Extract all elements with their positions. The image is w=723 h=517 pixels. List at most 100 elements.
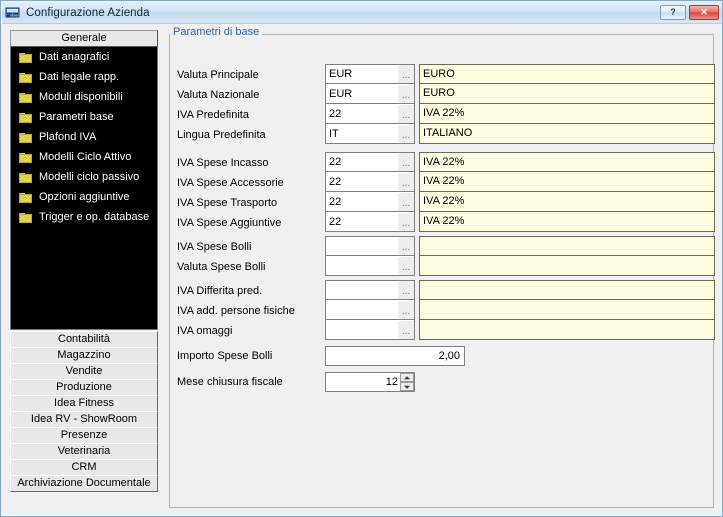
browse-button-iva-predefinita[interactable]: ... xyxy=(398,104,414,123)
title-bar-buttons: ? ✕ xyxy=(660,5,719,20)
sidebar-tree[interactable]: Dati anagrafici Dati legale rapp. Moduli… xyxy=(10,47,158,330)
folder-icon xyxy=(19,112,33,123)
label-valuta-principale: Valuta Principale xyxy=(177,69,259,81)
browse-button-iva-spese-incasso[interactable]: ... xyxy=(398,153,414,171)
label-iva-omaggi: IVA omaggi xyxy=(177,325,233,337)
browse-button-lingua-predefinita[interactable]: ... xyxy=(398,124,414,143)
sidebar-item-opzioni-aggiuntive[interactable]: Opzioni aggiuntive xyxy=(11,187,157,207)
company-config-icon xyxy=(5,5,21,21)
folder-icon xyxy=(19,212,33,223)
input-iva-add-persone-fisiche[interactable]: ... xyxy=(325,300,415,320)
value-iva-spese-incasso: 22 xyxy=(329,156,342,168)
desc-iva-spese-accessorie: IVA 22% xyxy=(419,172,715,192)
input-importo-spese-bolli[interactable]: 2,00 xyxy=(325,346,465,366)
desc-iva-spese-bolli xyxy=(419,236,715,256)
tab-veterinaria[interactable]: Veterinaria xyxy=(10,443,158,460)
tab-produzione[interactable]: Produzione xyxy=(10,379,158,396)
label-iva-predefinita: IVA Predefinita xyxy=(177,109,249,121)
tab-idea-fitness[interactable]: Idea Fitness xyxy=(10,395,158,412)
label-iva-spese-aggiuntive: IVA Spese Aggiuntive xyxy=(177,217,282,229)
tab-contabilita[interactable]: Contabilità xyxy=(10,331,158,348)
desc-iva-add-persone-fisiche xyxy=(419,300,715,320)
close-button[interactable]: ✕ xyxy=(689,5,719,20)
browse-button-iva-spese-aggiuntive[interactable]: ... xyxy=(398,212,414,231)
sidebar-item-parametri-base[interactable]: Parametri base xyxy=(11,107,157,127)
label-iva-spese-accessorie: IVA Spese Accessorie xyxy=(177,177,284,189)
browse-button-valuta-nazionale[interactable]: ... xyxy=(398,84,414,103)
spinner-up-icon[interactable] xyxy=(400,373,414,382)
tab-presenze[interactable]: Presenze xyxy=(10,427,158,444)
desc-iva-omaggi xyxy=(419,320,715,340)
sidebar-item-dati-anagrafici[interactable]: Dati anagrafici xyxy=(11,47,157,67)
sidebar-item-label: Moduli disponibili xyxy=(39,91,123,103)
desc-iva-differita-pred xyxy=(419,280,715,300)
tab-crm[interactable]: CRM xyxy=(10,459,158,476)
value-mese-chiusura-fiscale: 12 xyxy=(385,376,398,388)
folder-icon xyxy=(19,132,33,143)
sidebar-header: Generale xyxy=(10,30,158,47)
browse-button-iva-omaggi[interactable]: ... xyxy=(398,320,414,339)
value-iva-spese-aggiuntive: 22 xyxy=(329,215,342,228)
sidebar-item-plafond-iva[interactable]: Plafond IVA xyxy=(11,127,157,147)
value-valuta-principale: EUR xyxy=(329,68,353,80)
label-lingua-predefinita: Lingua Predefinita xyxy=(177,129,266,141)
folder-icon xyxy=(19,172,33,183)
groupbox-legend: Parametri di base xyxy=(170,26,263,38)
label-importo-spese-bolli: Importo Spese Bolli xyxy=(177,350,273,362)
browse-button-iva-spese-trasporto[interactable]: ... xyxy=(398,192,414,211)
value-valuta-nazionale: EUR xyxy=(329,87,353,100)
spinner-down-icon[interactable] xyxy=(400,382,414,391)
sidebar-item-label: Dati legale rapp. xyxy=(39,71,120,83)
label-mese-chiusura-fiscale: Mese chiusura fiscale xyxy=(177,376,283,388)
sidebar-item-label: Plafond IVA xyxy=(39,131,97,143)
sidebar-item-moduli-disponibili[interactable]: Moduli disponibili xyxy=(11,87,157,107)
desc-valuta-principale: EURO xyxy=(419,64,715,84)
browse-button-valuta-spese-bolli[interactable]: ... xyxy=(398,256,414,275)
label-valuta-spese-bolli: Valuta Spese Bolli xyxy=(177,261,266,273)
input-iva-differita-pred[interactable]: ... xyxy=(325,280,415,300)
folder-icon xyxy=(19,72,33,83)
sidebar-item-dati-legale-rapp[interactable]: Dati legale rapp. xyxy=(11,67,157,87)
input-valuta-spese-bolli[interactable]: ... xyxy=(325,256,415,276)
help-button[interactable]: ? xyxy=(660,5,686,20)
sidebar-item-label: Trigger e op. database xyxy=(39,211,150,223)
browse-button-iva-spese-bolli[interactable]: ... xyxy=(398,237,414,255)
input-valuta-nazionale[interactable]: EUR ... xyxy=(325,84,415,104)
input-lingua-predefinita[interactable]: IT ... xyxy=(325,124,415,144)
browse-button-iva-add-persone-fisiche[interactable]: ... xyxy=(398,300,414,319)
sidebar-item-label: Parametri base xyxy=(39,111,114,123)
input-valuta-principale[interactable]: EUR ... xyxy=(325,64,415,84)
tab-idea-rv-showroom[interactable]: Idea RV - ShowRoom xyxy=(10,411,158,428)
configuration-window: Configurazione Azienda ? ✕ Generale Dati… xyxy=(0,0,723,517)
tab-magazzino[interactable]: Magazzino xyxy=(10,347,158,364)
input-iva-predefinita[interactable]: 22 ... xyxy=(325,104,415,124)
input-iva-spese-incasso[interactable]: 22 ... xyxy=(325,152,415,172)
tab-vendite[interactable]: Vendite xyxy=(10,363,158,380)
folder-icon xyxy=(19,92,33,103)
sidebar-item-label: Modelli Ciclo Attivo xyxy=(39,151,132,163)
input-iva-omaggi[interactable]: ... xyxy=(325,320,415,340)
window-title: Configurazione Azienda xyxy=(26,6,150,19)
browse-button-valuta-principale[interactable]: ... xyxy=(398,65,414,83)
sidebar-item-modelli-ciclo-attivo[interactable]: Modelli Ciclo Attivo xyxy=(11,147,157,167)
browse-button-iva-spese-accessorie[interactable]: ... xyxy=(398,172,414,191)
input-iva-spese-trasporto[interactable]: 22 ... xyxy=(325,192,415,212)
label-iva-add-persone-fisiche: IVA add. persone fisiche xyxy=(177,305,295,317)
input-iva-spese-accessorie[interactable]: 22 ... xyxy=(325,172,415,192)
desc-iva-spese-aggiuntive: IVA 22% xyxy=(419,212,715,232)
label-valuta-nazionale: Valuta Nazionale xyxy=(177,89,260,101)
input-iva-spese-aggiuntive[interactable]: 22 ... xyxy=(325,212,415,232)
folder-icon xyxy=(19,52,33,63)
tab-archiviazione-documentale[interactable]: Archiviazione Documentale xyxy=(10,475,158,492)
spinner-mese-chiusura-fiscale[interactable]: 12 xyxy=(325,372,415,392)
browse-button-iva-differita-pred[interactable]: ... xyxy=(398,281,414,299)
desc-iva-spese-incasso: IVA 22% xyxy=(419,152,715,172)
sidebar-item-label: Dati anagrafici xyxy=(39,51,110,63)
value-iva-spese-accessorie: 22 xyxy=(329,175,342,188)
sidebar-item-trigger-e-op-database[interactable]: Trigger e op. database xyxy=(11,207,157,227)
sidebar-item-modelli-ciclo-passivo[interactable]: Modelli ciclo passivo xyxy=(11,167,157,187)
sidebar-item-label: Modelli ciclo passivo xyxy=(39,171,140,183)
desc-iva-spese-trasporto: IVA 22% xyxy=(419,192,715,212)
input-iva-spese-bolli[interactable]: ... xyxy=(325,236,415,256)
label-iva-spese-bolli: IVA Spese Bolli xyxy=(177,241,252,253)
